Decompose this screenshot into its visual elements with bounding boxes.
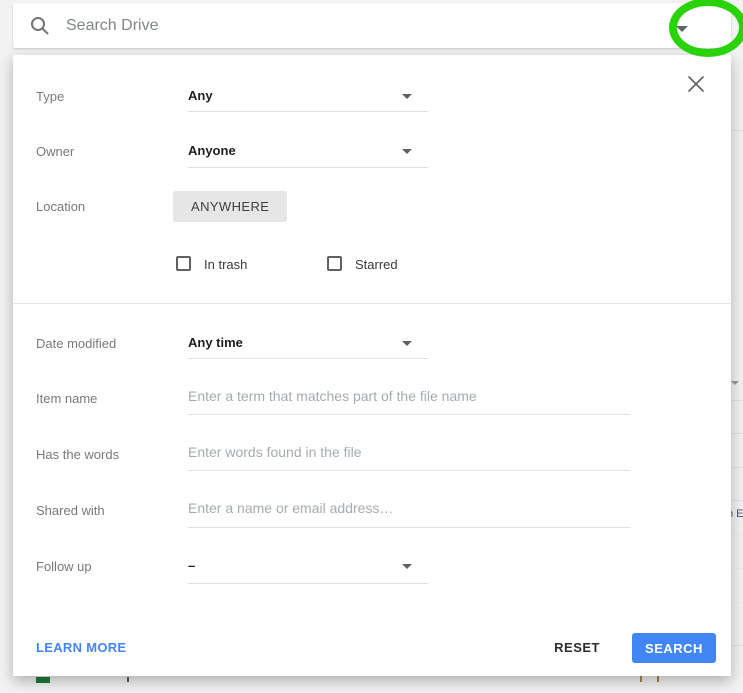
date-modified-caret-icon[interactable]	[402, 341, 412, 346]
item-name-label: Item name	[36, 391, 98, 406]
date-modified-underline	[188, 358, 428, 359]
starred-label: Starred	[355, 257, 398, 272]
background-artifact	[640, 676, 642, 682]
starred-checkbox[interactable]	[327, 256, 342, 271]
search-input[interactable]	[66, 16, 731, 35]
search-button[interactable]: SEARCH	[632, 633, 716, 663]
learn-more-link[interactable]: LEARN MORE	[36, 640, 126, 655]
search-icon	[30, 16, 49, 35]
background-sheet-icon	[36, 677, 50, 683]
shared-with-label: Shared with	[36, 503, 105, 518]
follow-up-underline	[188, 583, 428, 584]
background-row-divider	[729, 602, 743, 603]
background-artifact	[657, 676, 659, 682]
background-row-divider	[729, 534, 743, 535]
search-options-caret-icon[interactable]	[676, 26, 688, 32]
shared-with-underline	[188, 527, 630, 528]
follow-up-label: Follow up	[36, 559, 92, 574]
has-words-underline	[188, 470, 630, 471]
has-words-input[interactable]	[188, 442, 630, 462]
in-trash-checkbox[interactable]	[176, 256, 191, 271]
owner-label: Owner	[36, 144, 75, 159]
background-row-divider	[729, 500, 743, 501]
background-row-divider	[729, 467, 743, 468]
chevron-down-icon	[731, 381, 739, 385]
has-words-label: Has the words	[36, 447, 120, 462]
close-icon[interactable]	[687, 75, 709, 97]
advanced-search-panel: Type Any Owner Anyone Location ANYWHERE …	[13, 55, 731, 676]
background-row-divider	[729, 400, 743, 401]
location-label: Location	[36, 199, 86, 214]
type-underline	[188, 111, 428, 112]
type-caret-icon[interactable]	[402, 94, 412, 99]
item-name-input[interactable]	[188, 386, 630, 406]
type-label: Type	[36, 89, 65, 104]
background-artifact	[127, 677, 129, 682]
item-name-underline	[188, 414, 630, 415]
follow-up-caret-icon[interactable]	[402, 564, 412, 569]
section-divider	[13, 303, 731, 304]
shared-with-input[interactable]	[188, 498, 630, 518]
owner-caret-icon[interactable]	[402, 149, 412, 154]
background-row-divider	[729, 130, 743, 131]
background-row-divider	[729, 645, 743, 646]
owner-underline	[188, 167, 428, 168]
in-trash-label: In trash	[204, 257, 248, 272]
background-row-divider	[729, 433, 743, 434]
reset-button[interactable]: RESET	[554, 634, 600, 660]
background-row-divider	[729, 568, 743, 569]
drive-search-bar[interactable]	[13, 3, 731, 48]
location-anywhere-button[interactable]: ANYWHERE	[173, 191, 288, 222]
follow-up-select[interactable]: –	[188, 558, 195, 573]
owner-select[interactable]: Anyone	[188, 143, 236, 158]
date-modified-label: Date modified	[36, 336, 117, 351]
date-modified-select[interactable]: Any time	[188, 335, 243, 350]
type-select[interactable]: Any	[188, 88, 213, 103]
